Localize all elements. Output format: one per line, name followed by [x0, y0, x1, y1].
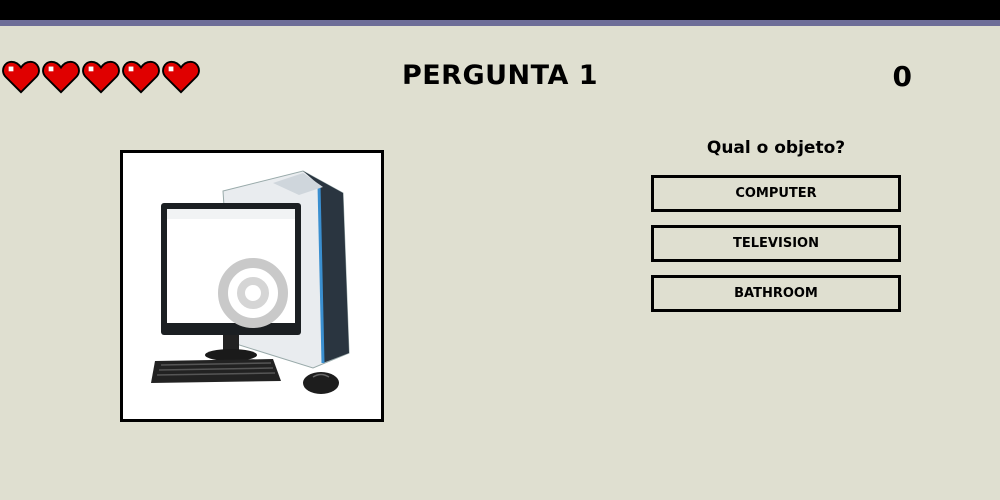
top-bar	[0, 0, 1000, 20]
lives-hearts	[2, 58, 200, 96]
question-prompt: Qual o objeto?	[706, 138, 846, 158]
answer-button-computer[interactable]: COMPUTER	[651, 175, 901, 212]
top-stripe	[0, 20, 1000, 26]
heart-icon	[122, 60, 160, 94]
answer-button-television[interactable]: TELEVISION	[651, 225, 901, 262]
score-counter: 0	[892, 60, 912, 93]
heart-icon	[162, 60, 200, 94]
desktop-computer-icon	[151, 170, 350, 394]
heart-icon	[82, 60, 120, 94]
heart-icon	[2, 60, 40, 94]
question-image	[120, 150, 384, 422]
answer-button-bathroom[interactable]: BATHROOM	[651, 275, 901, 312]
heart-icon	[42, 60, 80, 94]
question-number-title: PERGUNTA 1	[401, 60, 599, 91]
